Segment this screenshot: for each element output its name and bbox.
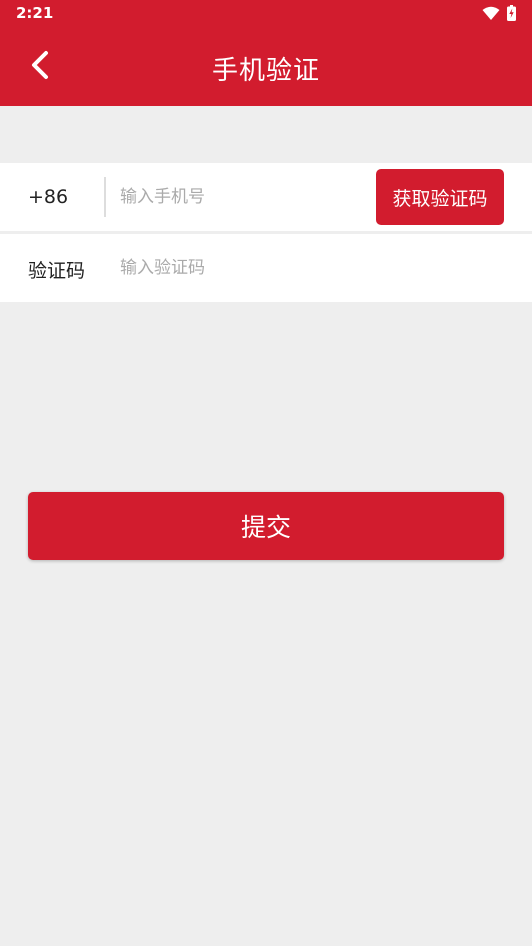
- code-row: 验证码: [0, 234, 532, 302]
- country-code-prefix: +86: [28, 186, 69, 208]
- page-title: 手机验证: [211, 56, 320, 86]
- divider: [104, 177, 106, 217]
- status-icons: [482, 5, 516, 25]
- battery-charging-icon: [507, 5, 516, 25]
- phone-input[interactable]: [120, 179, 364, 215]
- code-label: 验证码: [28, 260, 86, 282]
- submit-button[interactable]: 提交: [28, 492, 504, 560]
- status-time: 2:21: [16, 4, 54, 22]
- app-bar: 手机验证: [0, 28, 532, 106]
- code-input[interactable]: [120, 250, 500, 286]
- get-code-button[interactable]: 获取验证码: [376, 169, 504, 225]
- wifi-icon: [482, 6, 500, 25]
- status-bar: 2:21: [0, 0, 532, 28]
- phone-row: +86 获取验证码: [0, 163, 532, 231]
